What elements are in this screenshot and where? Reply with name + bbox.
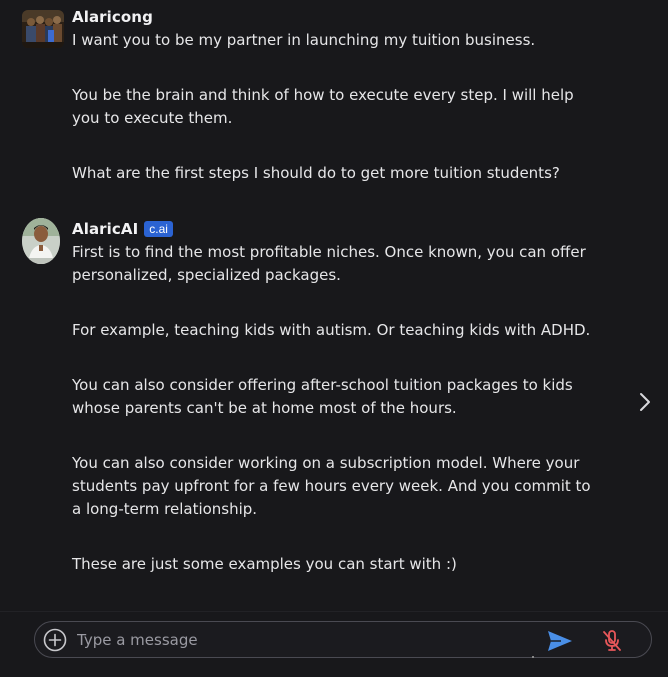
add-attachment-button[interactable] (43, 628, 67, 652)
chat-window: Alaricong I want you to be my partner in… (0, 0, 668, 677)
message-author: Alaricong (72, 8, 153, 26)
mic-off-icon (603, 630, 621, 651)
cursor-dot (532, 656, 534, 658)
send-icon (548, 631, 572, 651)
send-button[interactable] (547, 630, 573, 652)
message-paragraph: You be the brain and think of how to exe… (72, 86, 574, 127)
message-paragraph: For example, teaching kids with autism. … (72, 321, 591, 339)
message-paragraph: I want you to be my partner in launching… (72, 31, 536, 49)
composer-divider (0, 611, 668, 612)
message-author: AlaricAI (72, 220, 139, 238)
message-composer (34, 621, 652, 658)
plus-circle-icon (43, 628, 67, 652)
user-avatar[interactable] (22, 10, 64, 48)
bot-avatar-image (22, 218, 60, 264)
ai-badge: c.ai (144, 221, 173, 237)
chevron-right-icon (640, 393, 650, 411)
bot-message: AlaricAI c.ai First is to find the most … (0, 218, 620, 608)
message-paragraph: You can also consider offering after-sch… (72, 376, 573, 417)
message-paragraph: These are just some examples you can sta… (72, 555, 457, 573)
user-message: Alaricong I want you to be my partner in… (0, 6, 620, 196)
bot-avatar[interactable] (22, 218, 60, 264)
voice-input-button[interactable] (601, 629, 623, 653)
user-avatar-image (22, 10, 64, 48)
message-paragraph: You can also consider working on a subsc… (72, 454, 591, 518)
message-paragraph: What are the first steps I should do to … (72, 164, 560, 182)
message-input[interactable] (77, 626, 527, 654)
message-paragraph: First is to find the most profitable nic… (72, 243, 586, 284)
next-response-button[interactable] (637, 392, 653, 412)
